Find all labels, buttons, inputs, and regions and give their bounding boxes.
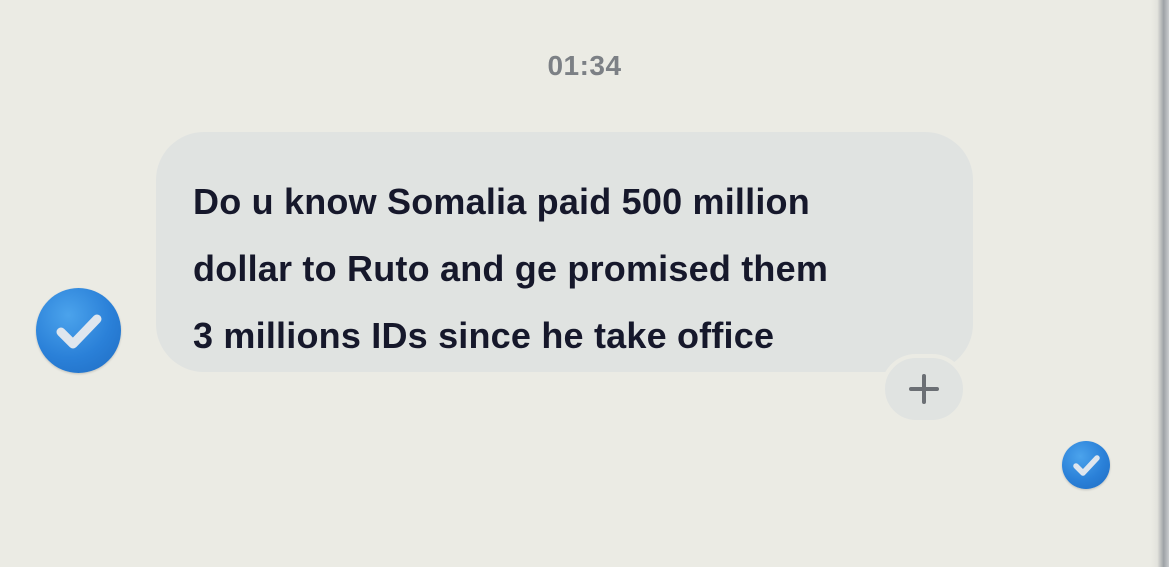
- message-selection-checkmark-icon[interactable]: [36, 288, 121, 373]
- message-text: Do u know Somalia paid 500 million dolla…: [193, 168, 943, 369]
- plus-icon: [909, 374, 939, 404]
- scroll-edge: [1151, 0, 1169, 567]
- message-line: dollar to Ruto and ge promised them: [193, 248, 829, 289]
- message-line: Do u know Somalia paid 500 million: [193, 181, 810, 222]
- selection-checkmark-icon[interactable]: [1062, 441, 1110, 489]
- message-timestamp: 01:34: [547, 50, 622, 81]
- checkmark-icon: [56, 314, 102, 349]
- checkmark-icon: [1073, 455, 1100, 476]
- add-reaction-button[interactable]: [881, 354, 967, 424]
- message-line: 3 millions IDs since he take office: [193, 315, 775, 356]
- message-bubble[interactable]: Do u know Somalia paid 500 million dolla…: [156, 132, 973, 372]
